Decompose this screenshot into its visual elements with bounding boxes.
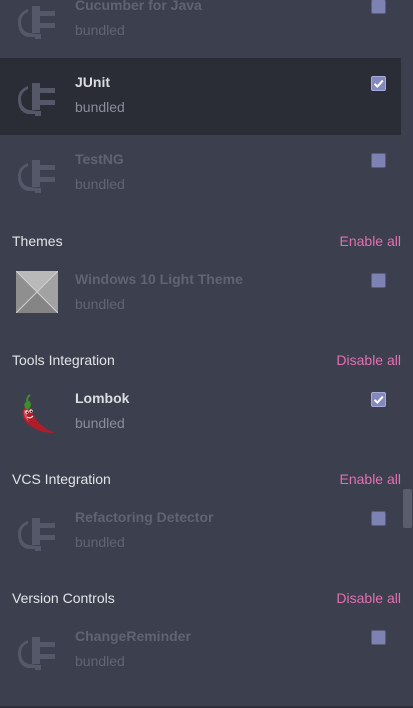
group-title: Themes <box>12 233 63 249</box>
enable-all-link[interactable]: Enable all <box>340 471 402 487</box>
plugin-name: Lombok <box>75 390 130 406</box>
plugin-name: Windows 10 Light Theme <box>75 271 243 287</box>
group-title: VCS Integration <box>12 471 111 487</box>
plugin-enable-checkbox[interactable] <box>371 273 386 288</box>
plug-icon <box>15 627 61 673</box>
vertical-scrollbar[interactable] <box>402 0 413 708</box>
plugin-name: ChangeReminder <box>75 628 191 644</box>
plugin-name: Refactoring Detector <box>75 509 214 525</box>
group-header-themes: Themes Enable all <box>0 227 401 257</box>
plugin-name: Cucumber for Java <box>75 0 202 13</box>
plugin-list: Cucumber for Java bundled JUnit bundled … <box>0 0 401 708</box>
plugin-source: bundled <box>75 415 125 431</box>
plug-icon <box>15 150 61 196</box>
checkmark-icon <box>372 393 385 406</box>
group-header-tools-integration: Tools Integration Disable all <box>0 346 401 376</box>
plugin-name: JUnit <box>75 74 110 90</box>
plug-icon <box>15 73 61 119</box>
plugin-source: bundled <box>75 296 125 312</box>
plugin-enable-checkbox[interactable] <box>371 392 386 407</box>
group-title: Tools Integration <box>12 352 115 368</box>
plugin-enable-checkbox[interactable] <box>371 630 386 645</box>
plugin-row-windows-10-light-theme[interactable]: Windows 10 Light Theme bundled <box>0 255 401 332</box>
plugin-row-testng[interactable]: TestNG bundled <box>0 135 401 212</box>
checkmark-icon <box>372 77 385 90</box>
plug-icon <box>15 0 61 42</box>
plugin-source: bundled <box>75 653 125 669</box>
plugin-enable-checkbox[interactable] <box>371 0 386 14</box>
plugin-row-lombok[interactable]: Lombok bundled <box>0 374 401 451</box>
plugin-row-cucumber-for-java[interactable]: Cucumber for Java bundled <box>0 0 401 58</box>
plugin-enable-checkbox[interactable] <box>371 76 386 91</box>
scrollbar-thumb[interactable] <box>403 489 412 528</box>
theme-icon <box>16 271 58 313</box>
plugin-source: bundled <box>75 22 125 38</box>
group-title: Version Controls <box>12 590 115 606</box>
plugin-row-junit[interactable]: JUnit bundled <box>0 58 401 135</box>
disable-all-link[interactable]: Disable all <box>336 352 401 368</box>
plugin-source: bundled <box>75 99 125 115</box>
plug-icon <box>15 508 61 554</box>
disable-all-link[interactable]: Disable all <box>336 590 401 606</box>
plugin-source: bundled <box>75 534 125 550</box>
group-header-version-controls: Version Controls Disable all <box>0 584 401 614</box>
chili-pepper-icon <box>15 389 61 435</box>
enable-all-link[interactable]: Enable all <box>340 233 402 249</box>
plugin-row-refactoring-detector[interactable]: Refactoring Detector bundled <box>0 493 401 570</box>
plugin-row-changereminder[interactable]: ChangeReminder bundled <box>0 612 401 689</box>
plugin-enable-checkbox[interactable] <box>371 153 386 168</box>
plugin-source: bundled <box>75 176 125 192</box>
plugin-name: TestNG <box>75 151 124 167</box>
group-header-vcs-integration: VCS Integration Enable all <box>0 465 401 495</box>
plugin-enable-checkbox[interactable] <box>371 511 386 526</box>
